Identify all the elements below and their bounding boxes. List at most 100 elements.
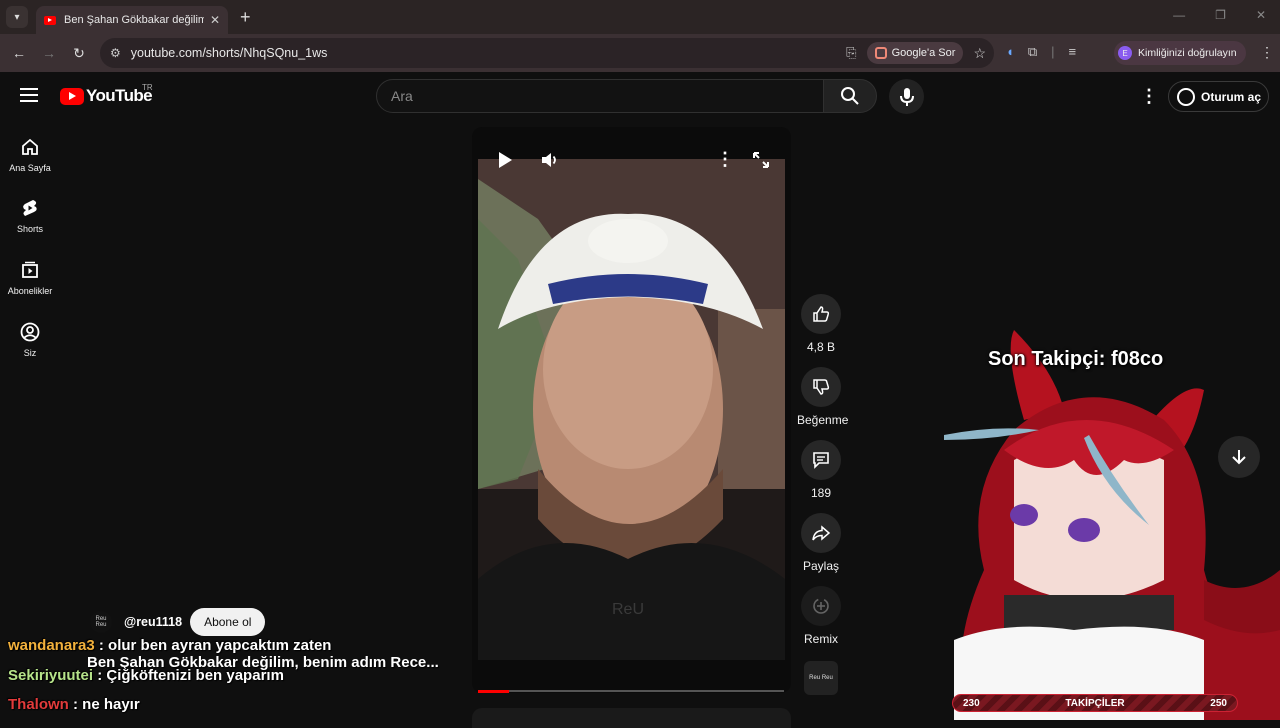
remix-icon <box>813 598 829 614</box>
sidebar-item-label: Siz <box>23 348 37 358</box>
subscribe-button[interactable]: Abone ol <box>190 608 266 636</box>
search-button[interactable] <box>823 79 877 113</box>
extension-icon[interactable]: ◖ <box>1006 44 1014 60</box>
toolbar-icons: ◖ ⧉ | ≡ <box>1006 44 1076 60</box>
chat-message: wandanara3 : olur ben ayran yapcaktım za… <box>8 637 331 654</box>
browser-toolbar: ← → ↻ ⚙ youtube.com/shorts/NhqSQnu_1ws ⎘… <box>0 34 1280 72</box>
thumbs-down-icon <box>813 379 830 395</box>
goal-target: 250 <box>1210 697 1227 709</box>
chat-username: Sekiriyuutei <box>8 667 94 684</box>
sidebar-item-label: Ana Sayfa <box>9 163 51 173</box>
sidebar-item-you[interactable]: Siz <box>0 322 60 358</box>
like-count: 4,8 B <box>806 340 836 354</box>
remix-button[interactable]: Remix <box>797 586 845 646</box>
tab-title: Ben Şahan Gökbakar değilim, b <box>64 14 204 26</box>
close-window-button[interactable]: ✕ <box>1256 8 1266 22</box>
sidebar-item-label: Shorts <box>16 224 43 234</box>
verify-label: Kimliğinizi doğrulayın <box>1138 47 1237 59</box>
tab-search-button[interactable]: ▾ <box>6 6 28 28</box>
sidebar-item-subscriptions[interactable]: Abonelikler <box>0 260 60 296</box>
search-icon <box>841 87 859 105</box>
share-icon <box>812 525 831 541</box>
comments-count: 189 <box>810 486 832 500</box>
volume-icon[interactable] <box>540 151 560 169</box>
channel-row: Reu Reu @reu1118 Abone ol <box>90 608 266 636</box>
sidebar-item-label: Abonelikler <box>7 286 53 296</box>
profile-avatar: E <box>1118 46 1132 60</box>
thumbs-up-icon <box>813 306 830 322</box>
reading-list-icon[interactable]: ≡ <box>1069 44 1077 60</box>
address-bar[interactable]: ⚙ youtube.com/shorts/NhqSQnu_1ws ⎘ Googl… <box>100 38 994 68</box>
comment-icon <box>813 452 829 469</box>
browser-tab-bar: ▾ Ben Şahan Gökbakar değilim, b ✕ + — ❐ … <box>0 0 1280 34</box>
browser-tab[interactable]: Ben Şahan Gökbakar değilim, b ✕ <box>36 6 228 34</box>
sidebar-item-home[interactable]: Ana Sayfa <box>0 137 60 173</box>
lens-icon <box>874 47 887 59</box>
video-controls: ⋮ <box>472 145 791 175</box>
vtuber-avatar-image <box>944 330 1280 720</box>
home-icon <box>22 138 38 155</box>
video-content-image: ReU <box>478 159 785 660</box>
video-frame: ReU <box>478 159 785 660</box>
channel-handle[interactable]: @reu1118 <box>124 615 182 629</box>
chat-message: Thalown : ne hayır <box>8 696 140 713</box>
extensions-puzzle-icon[interactable]: ⧉ <box>1028 44 1037 60</box>
minimize-button[interactable]: — <box>1173 8 1185 22</box>
fullscreen-icon[interactable] <box>752 151 770 169</box>
goal-label: TAKİPÇİLER <box>1065 697 1125 709</box>
play-icon[interactable] <box>497 151 513 169</box>
youtube-favicon-icon <box>44 15 56 25</box>
divider: | <box>1051 44 1055 59</box>
close-tab-icon[interactable]: ✕ <box>210 13 220 27</box>
google-sor-button[interactable]: Google'a Sor <box>866 42 964 64</box>
voice-search-button[interactable] <box>889 79 924 114</box>
share-label: Paylaş <box>802 559 840 573</box>
search-input[interactable]: Ara <box>376 79 824 113</box>
like-button[interactable]: 4,8 B <box>797 294 845 354</box>
sidebar-item-shorts[interactable]: Shorts <box>0 198 60 234</box>
hamburger-menu-icon[interactable] <box>20 88 38 102</box>
more-options-icon[interactable]: ⋮ <box>716 149 734 170</box>
chat-text: : olur ben ayran yapcaktım zaten <box>94 637 332 654</box>
subscriptions-icon <box>22 261 38 278</box>
settings-kebab-icon[interactable]: ⋮ <box>1140 86 1158 107</box>
new-tab-button[interactable]: + <box>240 7 251 28</box>
maximize-button[interactable]: ❐ <box>1215 8 1226 22</box>
sign-in-label: Oturum aç <box>1201 89 1262 104</box>
account-icon <box>20 322 40 342</box>
profile-verify-button[interactable]: E Kimliğinizi doğrulayın <box>1114 41 1246 65</box>
forward-button[interactable]: → <box>34 45 64 61</box>
country-code: TR <box>142 83 153 92</box>
browser-menu-icon[interactable]: ⋮ <box>1260 44 1274 61</box>
share-button[interactable]: Paylaş <box>797 513 845 573</box>
back-button[interactable]: ← <box>4 45 34 61</box>
google-sor-label: Google'a Sor <box>891 47 956 59</box>
channel-avatar[interactable]: Reu Reu <box>90 611 112 633</box>
microphone-icon <box>899 87 914 106</box>
sound-source-badge[interactable]: Reu Reu <box>804 661 838 695</box>
youtube-logo[interactable]: YouTube TR <box>60 83 153 106</box>
reload-button[interactable]: ↻ <box>64 45 94 62</box>
bookmark-star-icon[interactable]: ☆ <box>973 45 986 62</box>
youtube-play-icon <box>60 87 84 105</box>
url-text: youtube.com/shorts/NhqSQnu_1ws <box>130 46 328 60</box>
comments-button[interactable]: 189 <box>797 440 845 500</box>
install-app-icon[interactable]: ⎘ <box>846 45 856 61</box>
dislike-label: Beğenme <box>797 413 849 427</box>
video-progress-bar[interactable] <box>478 690 784 693</box>
last-follower-text: Son Takipçi: f08co <box>988 348 1164 370</box>
chat-text: : Çiğköftenizi ben yaparım <box>93 667 284 684</box>
progress-fill <box>478 690 509 693</box>
shorts-video-player[interactable]: ReU <box>472 127 791 693</box>
sign-in-button[interactable]: Oturum aç <box>1168 81 1269 112</box>
next-short-thumbnail[interactable] <box>472 708 791 728</box>
window-controls: — ❐ ✕ <box>1173 8 1266 22</box>
site-info-icon[interactable]: ⚙ <box>110 46 121 60</box>
follower-goal-bar: 230 TAKİPÇİLER 250 <box>952 694 1238 712</box>
chat-message: Sekiriyuutei : Çiğköftenizi ben yaparım <box>8 667 284 684</box>
shorts-icon <box>23 200 37 216</box>
dislike-button[interactable]: Beğenme <box>797 367 849 427</box>
goal-current: 230 <box>963 697 980 709</box>
chat-text: : ne hayır <box>68 696 140 713</box>
chat-username: Thalown <box>8 696 69 713</box>
